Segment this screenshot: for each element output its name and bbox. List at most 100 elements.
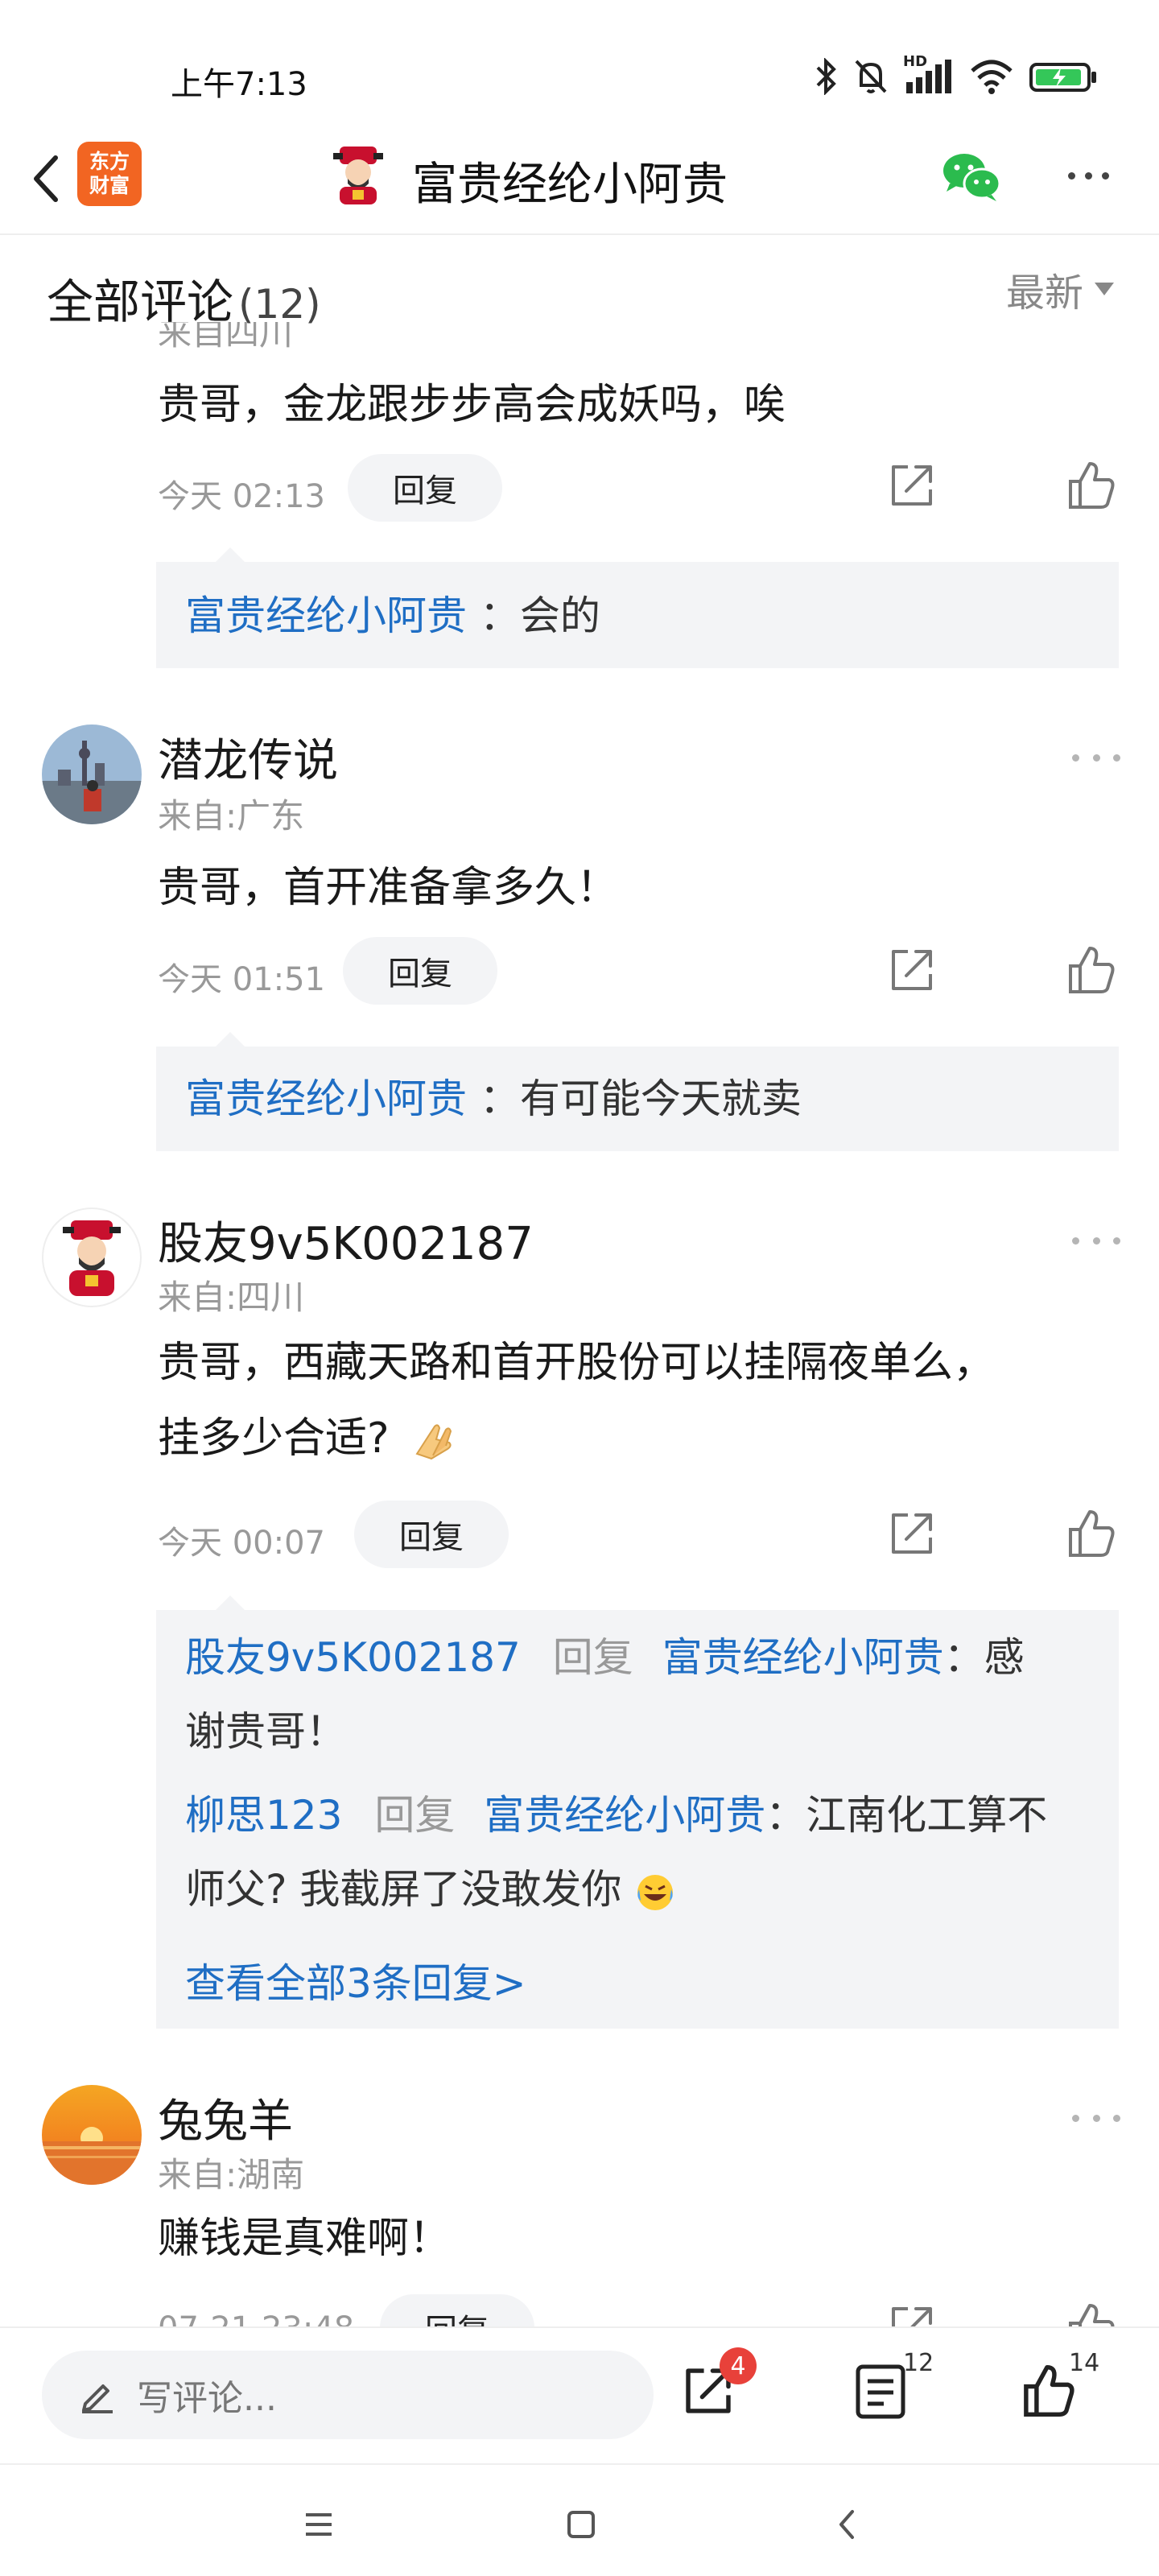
share-icon [892, 950, 932, 990]
comments-button[interactable]: 12 [852, 2349, 934, 2433]
mute-bell-icon [855, 60, 887, 93]
reply-line: 股友9v5K002187 回复 富贵经纶小阿贵：感 [185, 1620, 1025, 1695]
back-icon [34, 155, 58, 202]
share-badge: 4 [720, 2347, 757, 2384]
like-button[interactable] [1062, 457, 1119, 514]
status-time: 上午7:13 [171, 66, 307, 103]
comment-time: 今天 01:51 [158, 961, 325, 998]
comment-location-partial: 来自四川 [158, 322, 294, 353]
comment-time: 07-21 23:48 [158, 2310, 354, 2326]
comment-text-line1: 贵哥，西藏天路和首开股份可以挂隔夜单么， [158, 1339, 996, 1387]
comment-more-button[interactable] [1072, 745, 1120, 770]
reply-button[interactable]: 回复 [354, 1501, 509, 1568]
app-logo-line2: 财富 [89, 174, 130, 197]
reply-box: 富贵经纶小阿贵 ：会的 [156, 547, 1119, 668]
comments-icon [856, 2364, 905, 2419]
user-name[interactable]: 潜龙传说 [158, 724, 338, 790]
comment-text: 贵哥，首开准备拿多久！ [158, 864, 619, 912]
back-nav-icon [839, 2510, 854, 2539]
reply-line-cont: 师父? 我截屏了没敢发你 [185, 1852, 676, 1927]
reply-box: 股友9v5K002187 回复 富贵经纶小阿贵：感 谢贵哥！ 柳思123 回复 … [156, 1596, 1119, 2029]
back-nav-button[interactable] [815, 2500, 879, 2549]
reply-button[interactable]: 回复 [380, 2294, 534, 2326]
status-icons: HD [815, 53, 1099, 95]
home-button[interactable] [549, 2500, 613, 2549]
reply-author[interactable]: 股友9v5K002187 [185, 1634, 521, 1681]
pray-emoji-icon [415, 1424, 452, 1460]
share-icon [892, 2307, 932, 2326]
share-icon [892, 1513, 932, 1554]
reply-text: ：会的 [479, 592, 600, 639]
like-post-button[interactable]: 14 [1017, 2349, 1099, 2433]
like-button[interactable] [1062, 1505, 1119, 1562]
reply-text: ：有可能今天就卖 [479, 1075, 802, 1122]
back-button[interactable] [18, 147, 74, 211]
system-navigation-bar [0, 2463, 1159, 2576]
reply-target[interactable]: 富贵经纶小阿贵 [662, 1634, 944, 1681]
reply-line: 富贵经纶小阿贵 ：有可能今天就卖 [185, 1061, 802, 1137]
comment-more-button[interactable] [1072, 1228, 1120, 1253]
sunset-avatar-icon [42, 2085, 142, 2185]
comment-text: 赚钱是真难啊！ [158, 2215, 452, 2263]
view-all-replies-link[interactable]: 查看全部3条回复> [185, 1951, 526, 2009]
author-avatar[interactable] [328, 142, 388, 206]
user-location: 来自:四川 [158, 1278, 305, 1317]
app-logo[interactable]: 东方 财富 [77, 142, 142, 206]
reply-target[interactable]: 富贵经纶小阿贵 [484, 1792, 765, 1839]
like-icon [1069, 2304, 1115, 2326]
user-name[interactable]: 兔兔羊 [158, 2085, 293, 2150]
share-button[interactable] [884, 457, 940, 514]
caret-down-icon [1095, 283, 1114, 295]
reply-box: 富贵经纶小阿贵 ：有可能今天就卖 [156, 1032, 1119, 1151]
write-comment-input[interactable]: 写评论... [42, 2351, 654, 2439]
wechat-share-button[interactable] [940, 150, 1003, 203]
like-icon [1069, 462, 1115, 509]
comments-title-label: 全部评论 [47, 275, 234, 329]
status-bar: 上午7:13 HD [0, 0, 1159, 121]
comment-text: 贵哥，金龙跟步步高会成妖吗，唉 [158, 381, 786, 429]
share-button[interactable] [884, 942, 940, 998]
comment-feed[interactable]: 来自四川 贵哥，金龙跟步步高会成妖吗，唉 今天 02:13 回复 富贵经纶小阿贵… [0, 322, 1159, 2326]
reply-button[interactable]: 回复 [343, 937, 497, 1005]
page-title: 富贵经纶小阿贵 [412, 159, 728, 211]
signal-icon: HD [903, 53, 955, 95]
like-button[interactable] [1062, 2299, 1119, 2326]
menu-button[interactable] [287, 2500, 351, 2549]
comments-count: (12) [238, 281, 321, 328]
bluetooth-icon [816, 58, 836, 95]
reply-author[interactable]: 富贵经纶小阿贵 [185, 1075, 467, 1122]
comment-time: 今天 02:13 [158, 478, 325, 515]
reply-text: ：江南化工算不 [765, 1792, 1048, 1839]
share-button[interactable] [884, 1505, 940, 1562]
user-avatar[interactable] [42, 724, 142, 824]
home-icon [567, 2511, 595, 2538]
like-icon [1069, 947, 1115, 993]
write-comment-placeholder: 写评论... [137, 2378, 277, 2419]
sort-dropdown[interactable]: 最新 [1006, 261, 1114, 317]
comment-more-button[interactable] [1072, 2106, 1120, 2130]
reply-word: 回复 [374, 1792, 456, 1839]
user-location: 来自:广东 [158, 796, 305, 836]
reply-author[interactable]: 富贵经纶小阿贵 [185, 592, 467, 639]
app-logo-line1: 东方 [89, 150, 130, 173]
nav-bar: 东方 财富 富贵经纶小阿贵 [0, 121, 1159, 235]
like-count-label: 14 [1069, 2349, 1100, 2377]
reply-line: 柳思123 回复 富贵经纶小阿贵：江南化工算不 [185, 1777, 1047, 1853]
share-post-button[interactable]: 4 [678, 2347, 757, 2433]
like-icon [1069, 1510, 1115, 1557]
reply-author[interactable]: 柳思123 [185, 1792, 342, 1839]
more-button[interactable] [1056, 153, 1120, 198]
comments-count-label: 12 [903, 2349, 934, 2377]
laugh-cry-emoji-icon [637, 1874, 674, 1910]
like-button[interactable] [1062, 942, 1119, 998]
sort-label: 最新 [1005, 270, 1083, 316]
reply-button[interactable]: 回复 [348, 454, 502, 522]
reply-text: ：感 [943, 1634, 1025, 1681]
user-avatar[interactable] [42, 2085, 142, 2185]
user-name[interactable]: 股友9v5K002187 [158, 1208, 534, 1273]
share-button[interactable] [884, 2299, 940, 2326]
user-avatar[interactable] [42, 1208, 142, 1307]
reply-line: 富贵经纶小阿贵 ：会的 [185, 578, 600, 654]
battery-icon [1029, 63, 1096, 92]
wechat-icon [943, 154, 1001, 201]
